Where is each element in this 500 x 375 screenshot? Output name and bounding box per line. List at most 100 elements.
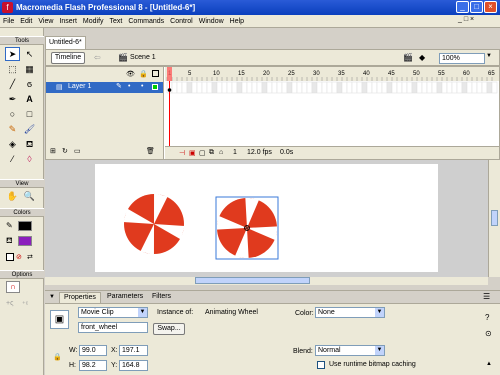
x-field[interactable]: 197.1 bbox=[119, 345, 148, 356]
back-arrow-icon[interactable]: ⇦ bbox=[94, 53, 101, 62]
help-icon[interactable]: ? bbox=[485, 313, 489, 322]
vertical-scrollbar[interactable] bbox=[488, 160, 500, 277]
height-field[interactable]: 98.2 bbox=[79, 360, 107, 371]
fill-color-swatch[interactable] bbox=[18, 236, 32, 246]
menu-commands[interactable]: Commands bbox=[125, 15, 167, 28]
modify-onion-markers-icon[interactable]: ⌂ bbox=[219, 149, 223, 156]
wheel-graphic-left[interactable] bbox=[123, 192, 185, 256]
eraser-tool-icon[interactable]: ◊ bbox=[22, 152, 37, 166]
y-field[interactable]: 164.8 bbox=[119, 360, 148, 371]
panel-options-icon[interactable]: ☰ bbox=[483, 292, 490, 301]
gradient-transform-tool-icon[interactable]: ▦ bbox=[22, 62, 37, 76]
outline-icon[interactable] bbox=[152, 70, 159, 77]
layer-outline-swatch[interactable] bbox=[152, 84, 158, 90]
menu-window[interactable]: Window bbox=[196, 15, 227, 28]
zoom-field[interactable]: 100% bbox=[439, 53, 485, 64]
frame-cell bbox=[336, 81, 343, 94]
horizontal-scroll-thumb[interactable] bbox=[195, 277, 310, 284]
close-button[interactable]: × bbox=[484, 1, 497, 13]
menu-help[interactable]: Help bbox=[227, 15, 247, 28]
stroke-color-swatch[interactable] bbox=[18, 221, 32, 231]
subselection-tool-icon[interactable]: ↖ bbox=[22, 47, 37, 61]
tab-parameters[interactable]: Parameters bbox=[107, 293, 143, 300]
bitmap-caching-checkbox[interactable] bbox=[317, 361, 325, 369]
selection-tool-icon[interactable]: ➤ bbox=[5, 47, 20, 61]
eyedropper-tool-icon[interactable]: ⁄ bbox=[5, 152, 20, 166]
free-transform-tool-icon[interactable]: ⬚ bbox=[5, 62, 20, 76]
scene-label[interactable]: Scene 1 bbox=[130, 54, 156, 61]
frame-cell bbox=[301, 81, 308, 94]
oval-tool-icon[interactable]: ○ bbox=[5, 107, 20, 121]
color-effect-select[interactable]: None ▼ bbox=[315, 307, 385, 318]
menu-file[interactable]: File bbox=[0, 15, 17, 28]
pen-tool-icon[interactable]: ✒ bbox=[5, 92, 20, 106]
blend-mode-select[interactable]: Normal ▼ bbox=[315, 345, 385, 356]
accessibility-icon[interactable]: ⊙ bbox=[485, 329, 492, 338]
add-layer-icon[interactable]: ⊞ bbox=[50, 147, 56, 155]
tab-properties[interactable]: Properties bbox=[59, 292, 101, 303]
frame-cell bbox=[226, 81, 233, 94]
tab-filters[interactable]: Filters bbox=[152, 293, 171, 300]
document-tab[interactable]: Untitled-6* bbox=[45, 36, 86, 49]
maximize-button[interactable]: □ bbox=[470, 1, 483, 13]
delete-layer-icon[interactable]: 🗑 bbox=[146, 147, 155, 155]
timeline-toggle-button[interactable]: Timeline bbox=[51, 52, 85, 64]
snap-to-objects-icon[interactable]: ∩ bbox=[6, 281, 20, 293]
no-color-icon[interactable]: ⊘ bbox=[16, 253, 22, 261]
frame-number: 15 bbox=[238, 71, 245, 77]
symbol-type-value: Movie Clip bbox=[81, 309, 114, 316]
straighten-icon[interactable]: ⁺ᶜ bbox=[22, 300, 28, 308]
zoom-tool-icon[interactable]: 🔍 bbox=[22, 189, 37, 203]
onion-skin-icon[interactable]: ▣ bbox=[189, 149, 196, 157]
paint-bucket-tool-icon[interactable]: ⛾ bbox=[22, 137, 37, 151]
vertical-scroll-thumb[interactable] bbox=[491, 210, 498, 226]
zoom-dropdown-arrow-icon[interactable]: ▼ bbox=[486, 53, 492, 59]
default-colors-icon[interactable] bbox=[6, 253, 14, 261]
layer-row[interactable]: ▤ Layer 1 ✎ • • bbox=[46, 82, 163, 93]
onion-outlines-icon[interactable]: ▢ bbox=[199, 149, 206, 157]
swap-colors-icon[interactable]: ⇄ bbox=[27, 253, 33, 261]
swap-button[interactable]: Swap... bbox=[153, 323, 185, 335]
center-frame-icon[interactable]: ⊣ bbox=[179, 149, 185, 157]
frames-area[interactable]: 15101520253035404550556065 ⊣ ▣ ▢ ⧉ ⌂ 1 1… bbox=[165, 67, 499, 159]
pencil-tool-icon[interactable]: ✎ bbox=[5, 122, 20, 136]
menu-insert[interactable]: Insert bbox=[56, 15, 80, 28]
frame-cell bbox=[411, 81, 418, 94]
show-hide-icon[interactable]: 👁 bbox=[126, 70, 135, 78]
add-folder-icon[interactable]: ▭ bbox=[74, 147, 81, 155]
layer-lock-dot[interactable]: • bbox=[141, 83, 143, 90]
frame-rate[interactable]: 12.0 fps bbox=[247, 149, 272, 156]
layer-visible-dot[interactable]: • bbox=[128, 83, 130, 90]
symbol-type-select[interactable]: Movie Clip ▼ bbox=[78, 307, 148, 318]
menu-text[interactable]: Text bbox=[107, 15, 126, 28]
width-field[interactable]: 99.0 bbox=[79, 345, 107, 356]
lock-icon[interactable]: 🔒 bbox=[139, 70, 148, 78]
menu-view[interactable]: View bbox=[35, 15, 56, 28]
horizontal-scrollbar[interactable] bbox=[45, 277, 488, 285]
menu-modify[interactable]: Modify bbox=[80, 15, 107, 28]
menu-control[interactable]: Control bbox=[167, 15, 196, 28]
hand-tool-icon[interactable]: ✋ bbox=[5, 189, 20, 203]
fill-transform-tool-icon[interactable]: ◈ bbox=[5, 137, 20, 151]
frame-number: 20 bbox=[263, 71, 270, 77]
smooth-icon[interactable]: +ς bbox=[6, 300, 13, 307]
edit-multiple-frames-icon[interactable]: ⧉ bbox=[209, 149, 214, 157]
document-window-controls[interactable]: _ □ × bbox=[458, 16, 474, 23]
expand-panel-icon[interactable]: ▲ bbox=[486, 361, 492, 367]
frame-cell bbox=[356, 81, 363, 94]
wheel-graphic-selected[interactable] bbox=[215, 196, 279, 260]
brush-tool-icon[interactable]: 🖌 bbox=[22, 122, 37, 136]
lock-proportions-icon[interactable]: 🔒 bbox=[53, 353, 62, 361]
collapse-arrow-icon[interactable]: ▼ bbox=[49, 294, 55, 300]
lasso-tool-icon[interactable]: ϭ bbox=[22, 77, 37, 91]
add-motion-guide-icon[interactable]: ↻ bbox=[62, 147, 68, 155]
line-tool-icon[interactable]: ╱ bbox=[5, 77, 20, 91]
instance-name-field[interactable]: front_wheel bbox=[78, 322, 148, 333]
menu-edit[interactable]: Edit bbox=[17, 15, 35, 28]
text-tool-icon[interactable]: A bbox=[22, 92, 37, 106]
minimize-button[interactable]: _ bbox=[456, 1, 469, 13]
edit-symbols-icon[interactable]: ◆ bbox=[419, 53, 425, 62]
edit-scene-icon[interactable]: 🎬 bbox=[403, 53, 413, 62]
stage[interactable] bbox=[95, 164, 438, 272]
rectangle-tool-icon[interactable]: □ bbox=[22, 107, 37, 121]
